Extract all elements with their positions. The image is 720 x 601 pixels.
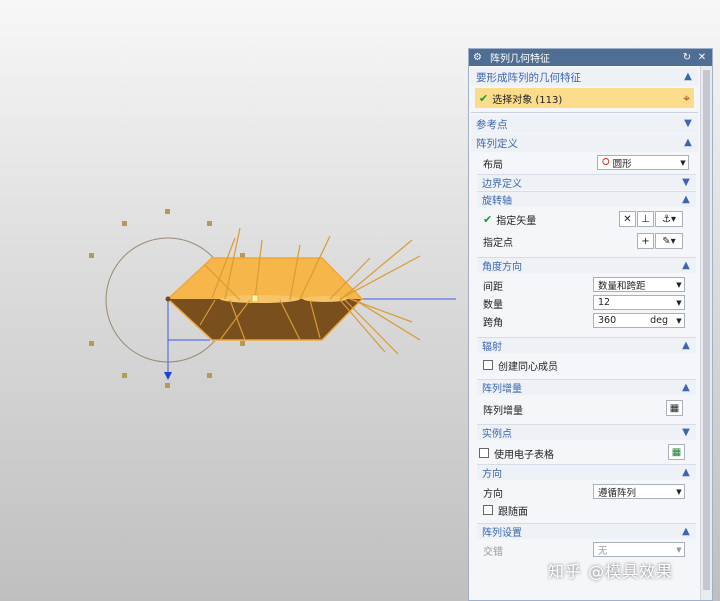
point-options-icon[interactable]: ✎▾: [655, 233, 683, 249]
chevron-down-icon[interactable]: ▼: [681, 427, 691, 438]
chevron-up-icon[interactable]: ▲: [681, 260, 691, 271]
concentric-label: 创建同心成员: [498, 361, 558, 373]
layout-value: 圆形: [612, 158, 632, 170]
dialog-title: 阵列几何特征: [490, 54, 550, 65]
radiate-header[interactable]: 辐射 ▲: [477, 337, 696, 353]
circle-layout-icon: ⭘: [602, 157, 610, 168]
dialog-content: 要形成阵列的几何特征 ▲ ✔ 选择对象 (113) ⌖ 参考点 ▼ 阵列定义 ▲…: [469, 66, 700, 600]
section-geometry-label: 要形成阵列的几何特征: [476, 71, 581, 84]
axis-icon[interactable]: ⊥: [637, 211, 654, 227]
span-input[interactable]: 360 deg ▼: [593, 313, 685, 328]
boundary-label: 边界定义: [482, 179, 522, 190]
chevron-up-icon[interactable]: ▲: [681, 382, 691, 393]
spreadsheet-label: 使用电子表格: [494, 449, 554, 461]
spreadsheet-checkbox[interactable]: [479, 448, 489, 458]
spreadsheet-row[interactable]: 使用电子表格: [473, 443, 696, 463]
concentric-checkbox[interactable]: [483, 360, 493, 370]
orientation-label: 方向: [482, 469, 502, 480]
follow-face-checkbox[interactable]: [483, 505, 493, 515]
chevron-up-icon[interactable]: ▲: [681, 194, 691, 205]
dialog-titlebar: ⚙ 阵列几何特征 ↻ ✕: [469, 49, 712, 66]
rotation-axis-label: 旋转轴: [482, 196, 512, 207]
radiate-label: 辐射: [482, 342, 502, 353]
chevron-up-icon[interactable]: ▲: [681, 340, 691, 351]
gear-icon[interactable]: ⚙: [473, 52, 485, 63]
graphics-viewport[interactable]: [0, 0, 466, 601]
chevron-down-icon[interactable]: ▼: [674, 281, 684, 289]
select-object-label: 选择对象 (113): [492, 94, 563, 106]
section-reference-label: 参考点: [476, 118, 508, 131]
chevron-down-icon[interactable]: ▼: [683, 119, 693, 129]
check-icon: ✔: [483, 212, 493, 226]
layout-select[interactable]: ⭘ 圆形 ▼: [597, 155, 689, 170]
chevron-down-icon[interactable]: ▼: [674, 317, 684, 325]
chevron-down-icon[interactable]: ▼: [674, 299, 684, 307]
section-definition-label: 阵列定义: [476, 137, 518, 150]
concentric-row[interactable]: 创建同心成员: [477, 355, 696, 375]
follow-face-row[interactable]: 跟随面: [477, 500, 696, 520]
spacing-value: 数量和跨距: [598, 280, 646, 292]
rotation-axis-header[interactable]: 旋转轴 ▲: [477, 191, 696, 207]
chevron-up-icon[interactable]: ▲: [681, 526, 691, 537]
follow-face-label: 跟随面: [498, 506, 528, 518]
select-object-field[interactable]: ✔ 选择对象 (113) ⌖: [475, 88, 694, 108]
point-dialog-icon[interactable]: +: [637, 233, 654, 249]
section-reference-header[interactable]: 参考点 ▼: [471, 115, 698, 133]
part-top-face: [168, 258, 362, 299]
spacing-select[interactable]: 数量和跨距 ▼: [593, 277, 685, 292]
increment-row-label: 阵列增量: [483, 405, 523, 417]
increment-row: 阵列增量: [477, 399, 696, 419]
section-geometry-header[interactable]: 要形成阵列的几何特征 ▲: [471, 68, 698, 86]
direction-value: 遵循阵列: [598, 487, 637, 499]
close-icon[interactable]: ✕: [696, 52, 708, 63]
watermark: 知乎 @模具效果: [548, 562, 674, 581]
reset-icon[interactable]: ↻: [681, 52, 693, 63]
chevron-up-icon[interactable]: ▲: [683, 72, 693, 82]
count-input[interactable]: 12 ▼: [593, 295, 685, 310]
vector-options-icon[interactable]: ⚓▾: [655, 211, 683, 227]
angle-direction-label: 角度方向: [482, 262, 522, 273]
increment-table-icon[interactable]: ▦: [666, 400, 683, 416]
check-icon: ✔: [479, 91, 489, 105]
orientation-header[interactable]: 方向 ▲: [477, 464, 696, 480]
span-value: 360: [598, 315, 617, 326]
pattern-geometry-dialog: ⚙ 阵列几何特征 ↻ ✕ 要形成阵列的几何特征 ▲ ✔ 选择对象 (113) ⌖…: [468, 48, 713, 601]
count-value: 12: [598, 297, 611, 308]
crosshair-icon[interactable]: ⌖: [683, 91, 690, 106]
boundary-header[interactable]: 边界定义 ▼: [477, 174, 696, 190]
spreadsheet-icon[interactable]: ▦: [668, 444, 685, 460]
chevron-down-icon[interactable]: ▼: [674, 546, 684, 554]
scrollbar-thumb[interactable]: [703, 70, 710, 590]
dialog-scrollbar[interactable]: [700, 66, 712, 600]
vector-dialog-icon[interactable]: ✕: [619, 211, 636, 227]
span-unit: deg: [650, 315, 668, 326]
stagger-select[interactable]: 无 ▼: [593, 542, 685, 557]
chevron-down-icon[interactable]: ▼: [674, 488, 684, 496]
chevron-down-icon[interactable]: ▼: [678, 159, 688, 167]
stagger-value: 无: [598, 545, 608, 557]
increment-label: 阵列增量: [482, 384, 522, 395]
section-definition-header[interactable]: 阵列定义 ▲: [471, 134, 698, 152]
instance-label: 实例点: [482, 429, 512, 440]
settings-header[interactable]: 阵列设置 ▲: [477, 523, 696, 539]
instance-header[interactable]: 实例点 ▼: [477, 424, 696, 440]
model-canvas[interactable]: [0, 0, 466, 601]
angle-direction-header[interactable]: 角度方向 ▲: [477, 257, 696, 273]
direction-select[interactable]: 遵循阵列 ▼: [593, 484, 685, 499]
part-bottom-face: [168, 299, 362, 340]
axis-arrow-icon: [164, 372, 172, 380]
settings-label: 阵列设置: [482, 528, 522, 539]
chevron-up-icon[interactable]: ▲: [683, 138, 693, 148]
chevron-down-icon[interactable]: ▼: [681, 177, 691, 188]
increment-header[interactable]: 阵列增量 ▲: [477, 379, 696, 395]
chevron-up-icon[interactable]: ▲: [681, 467, 691, 478]
